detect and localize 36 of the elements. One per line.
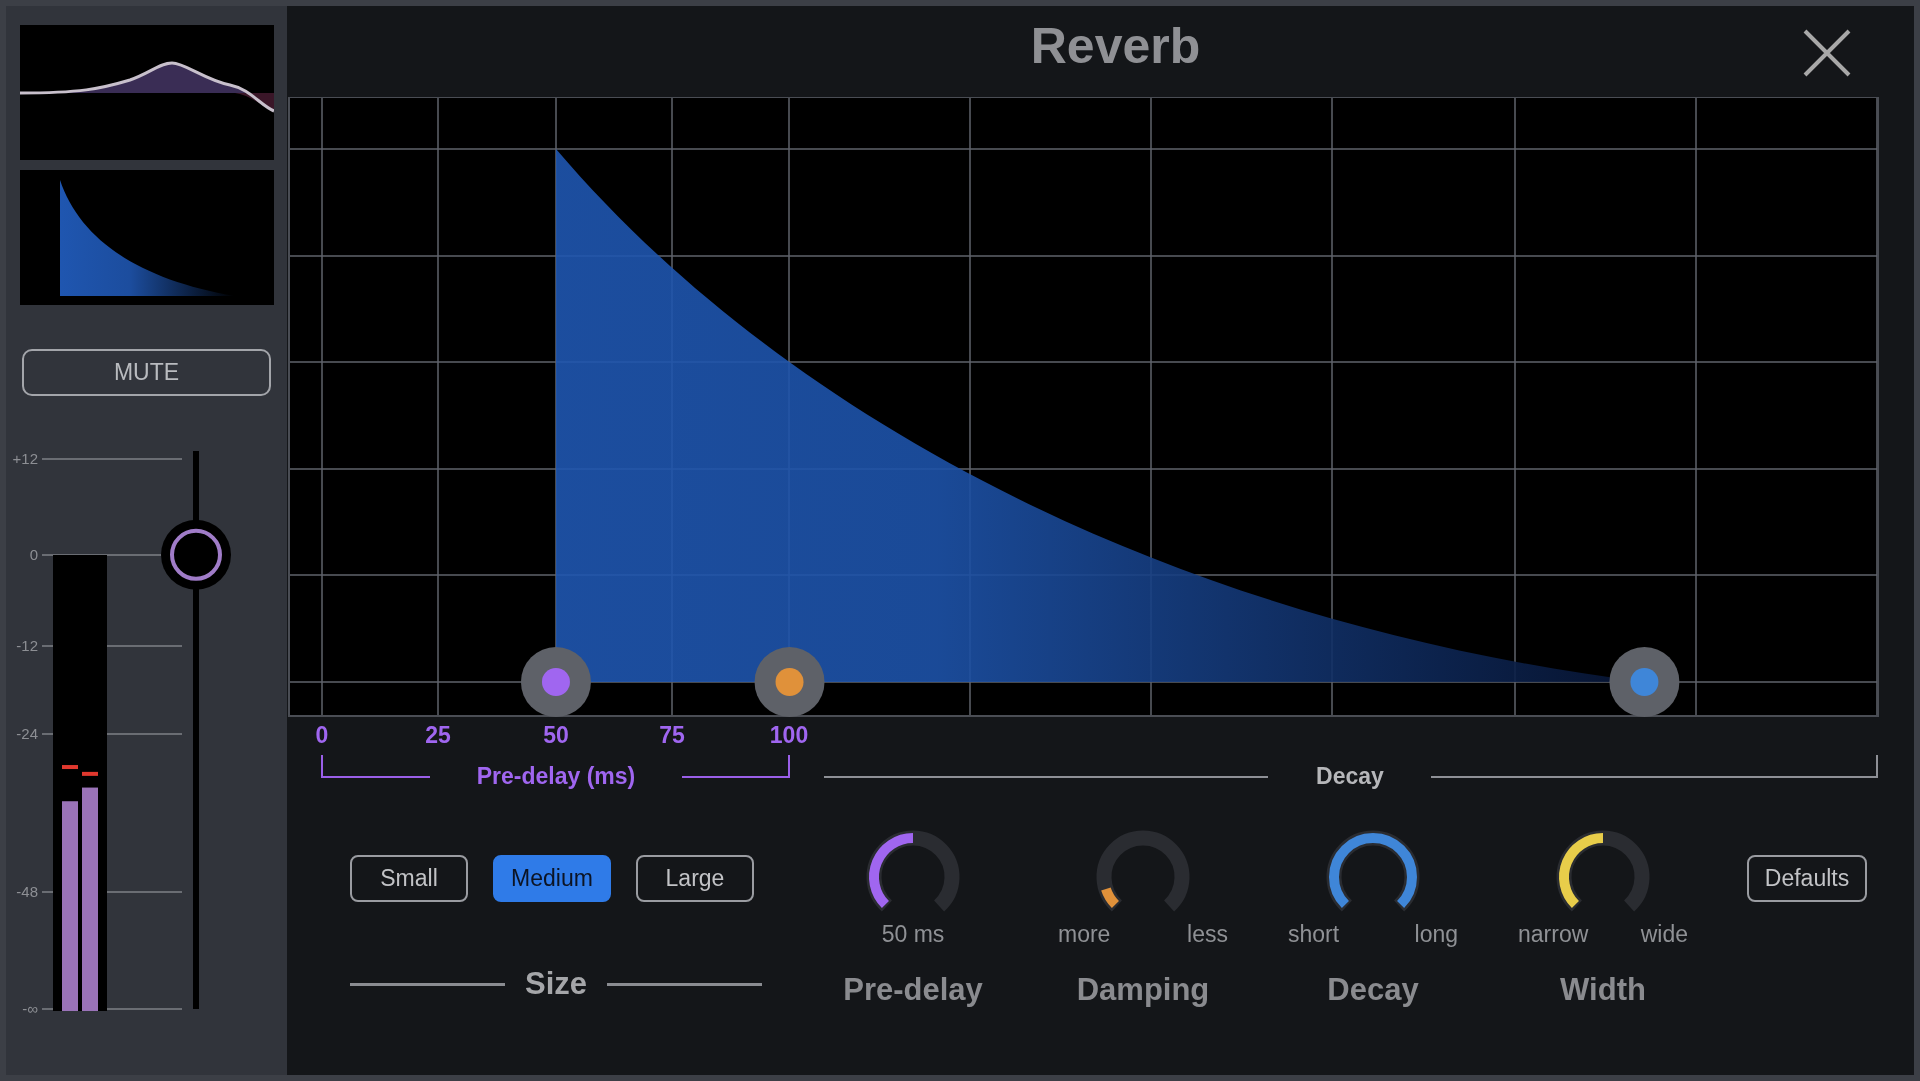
knob-value: 50 ms (881, 921, 945, 948)
range-min-label: narrow (1518, 921, 1589, 948)
range-max-label: less (1187, 921, 1228, 948)
size-option-button[interactable]: Small (350, 855, 468, 902)
window-title: Reverb (1030, 16, 1201, 75)
axis-tick-label: 50 (543, 722, 569, 748)
knob-label: Decay (1327, 972, 1419, 1008)
defaults-button[interactable]: Defaults (1747, 855, 1867, 902)
axis-tick-label: 25 (425, 722, 451, 748)
knob-label: Damping (1076, 972, 1210, 1008)
range-min-label: more (1058, 921, 1111, 948)
knob-label: Width (1560, 972, 1646, 1008)
scale-label: +12 (12, 450, 38, 467)
fader-thumb[interactable] (161, 519, 231, 590)
axis-tick-label: 75 (659, 722, 685, 748)
scale-label: -24 (16, 725, 38, 742)
range-max-label: wide (1640, 921, 1688, 948)
envelope-handle[interactable] (754, 647, 825, 717)
scale-label: -48 (16, 883, 38, 900)
close-icon[interactable] (1801, 27, 1853, 79)
size-option-button[interactable]: Large (636, 855, 754, 902)
knob-label: Pre-delay (843, 972, 983, 1008)
size-option-button[interactable]: Medium (493, 855, 611, 902)
range-max-label: long (1414, 921, 1458, 948)
scale-label: -∞ (22, 1000, 38, 1017)
section-label: Decay (1316, 763, 1384, 789)
axis-tick-label: 0 (315, 722, 329, 748)
envelope-handle[interactable] (1609, 647, 1680, 717)
scale-label: -12 (16, 637, 38, 654)
envelope-handle[interactable] (520, 647, 591, 717)
axis-tick-label: 100 (769, 722, 809, 748)
mute-button[interactable]: MUTE (22, 349, 271, 396)
size-label: Size (525, 966, 588, 1002)
range-min-label: short (1288, 921, 1340, 948)
scale-label: 0 (29, 546, 38, 563)
axis-title: Pre-delay (ms) (476, 763, 636, 789)
